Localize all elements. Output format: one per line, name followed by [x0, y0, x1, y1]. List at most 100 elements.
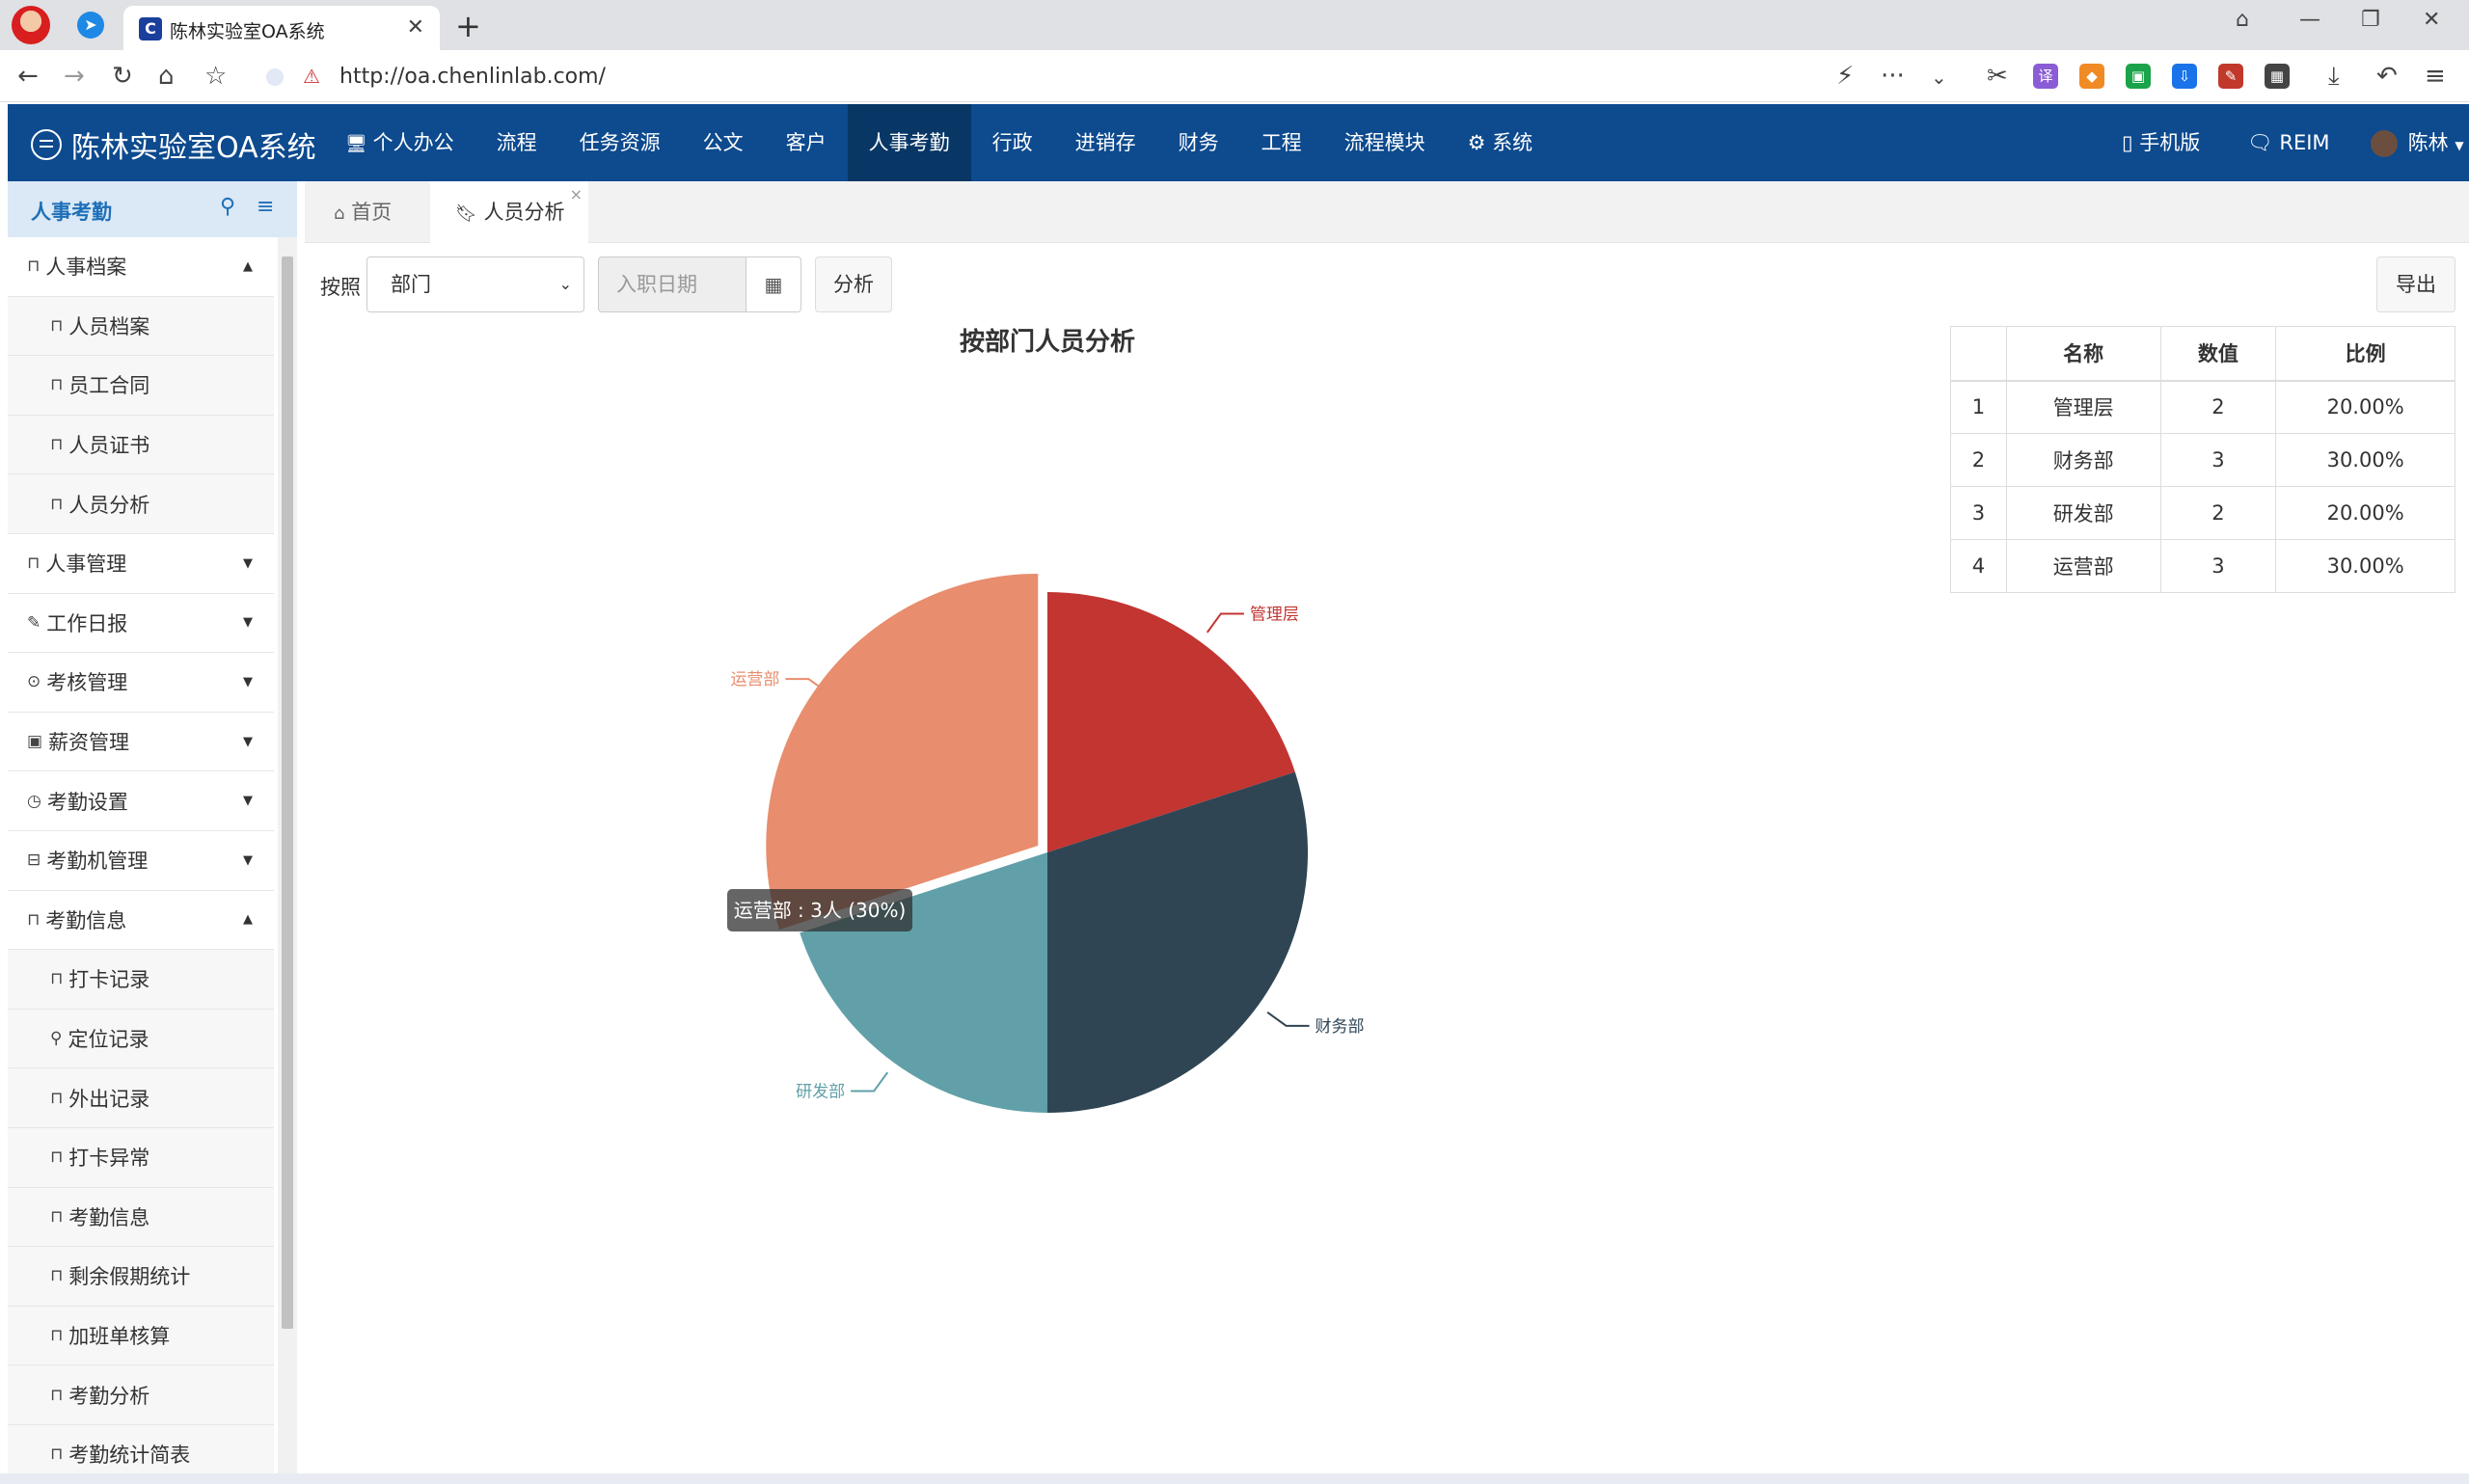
- home-icon[interactable]: ⌂: [158, 62, 175, 91]
- url-text: http://oa.chenlinlab.com/: [339, 65, 606, 89]
- bookmark-icon: ⊓: [27, 909, 41, 930]
- user-menu[interactable]: 陈林 ▼: [2371, 104, 2464, 181]
- tab-close-icon[interactable]: ✕: [407, 15, 424, 40]
- sidebar-item[interactable]: ⊓ 打卡异常: [8, 1127, 274, 1188]
- list-menu-icon[interactable]: ≡: [257, 195, 274, 219]
- chat-extension-icon[interactable]: ▣: [2126, 64, 2151, 89]
- game-extension-icon[interactable]: ◆: [2079, 64, 2104, 89]
- bookmark-extension-icon[interactable]: ✎: [2218, 64, 2243, 89]
- scissors-icon[interactable]: ✂: [1987, 62, 2008, 91]
- undo-icon[interactable]: ↶: [2376, 62, 2398, 91]
- insecure-icon[interactable]: ⚠: [303, 65, 320, 88]
- sidebar-item[interactable]: ⊓ 人员分析: [8, 474, 274, 534]
- sidebar-item[interactable]: ⊙ 考核管理 ▼: [8, 653, 274, 713]
- reload-icon[interactable]: ↻: [112, 62, 133, 91]
- table-row: 3 研发部 2 20.00%: [1950, 486, 2455, 540]
- menu-item-4[interactable]: 客户: [765, 104, 848, 181]
- restore-icon[interactable]: ❐: [2361, 8, 2380, 32]
- sidebar-item[interactable]: ⊓ 考勤分析: [8, 1365, 274, 1425]
- table-cell: 管理层: [2005, 380, 2161, 434]
- shirt-icon[interactable]: ⌂: [2236, 8, 2249, 32]
- apps-grid-icon[interactable]: ▦: [2265, 64, 2290, 89]
- chevron-down-icon[interactable]: ⌄: [1931, 66, 1947, 89]
- menu-item-5[interactable]: 人事考勤: [847, 104, 971, 181]
- menu-item-11[interactable]: ⚙ 系统: [1447, 104, 1555, 181]
- menu-item-label: 行政: [991, 131, 1033, 154]
- forward-icon[interactable]: →: [64, 62, 85, 91]
- url-field[interactable]: ⚠ http://oa.chenlinlab.com/: [255, 57, 1952, 95]
- device-icon: ⊟: [27, 850, 41, 871]
- favorites-icon[interactable]: ☆: [204, 62, 227, 91]
- sidebar-item[interactable]: ⚲ 定位记录: [8, 1009, 274, 1069]
- table-row: 2 财务部 3 30.00%: [1950, 433, 2455, 487]
- sidebar-item[interactable]: ▣ 薪资管理 ▼: [8, 712, 274, 772]
- menu-item-6[interactable]: 行政: [971, 104, 1054, 181]
- sidebar-item[interactable]: ⊓ 外出记录: [8, 1068, 274, 1128]
- sidebar-item[interactable]: ⊓ 剩余假期统计: [8, 1247, 274, 1307]
- menu-item-10[interactable]: 流程模块: [1323, 104, 1447, 181]
- menu-item-label: 任务资源: [579, 131, 661, 154]
- more-icon[interactable]: ···: [1881, 62, 1905, 91]
- tab-staff-analysis[interactable]: 🔖︎ 人员分析 ×: [430, 181, 588, 243]
- group-by-select[interactable]: 部门 ⌄: [366, 256, 584, 312]
- calendar-icon[interactable]: ▦: [746, 256, 801, 312]
- tab-close-icon[interactable]: ×: [570, 164, 583, 226]
- sidebar-item[interactable]: ✎ 工作日报 ▼: [8, 593, 274, 654]
- minimize-icon[interactable]: —: [2299, 8, 2320, 32]
- gear-icon: ⚙: [1467, 131, 1493, 154]
- lightning-icon[interactable]: ⚡: [1836, 62, 1854, 91]
- brand[interactable]: 陈林实验室OA系统: [31, 123, 316, 166]
- profile-avatar[interactable]: [12, 6, 50, 44]
- bookmark-icon: ⊓: [50, 1088, 64, 1108]
- table-cell: 2: [2159, 380, 2277, 434]
- bookmark-icon: ⊓: [50, 1206, 64, 1227]
- sidebar-item[interactable]: ⊓ 人事管理 ▼: [8, 533, 274, 594]
- menu-item-0[interactable]: 🖥︎ 个人办公: [324, 104, 475, 181]
- menu-item-3[interactable]: 公文: [682, 104, 765, 181]
- brand-chat-icon: [31, 129, 62, 160]
- sidebar-item[interactable]: ⊓ 打卡记录: [8, 950, 274, 1010]
- mobile-link[interactable]: ▯ 手机版: [2122, 104, 2200, 181]
- menu-item-9[interactable]: 工程: [1240, 104, 1323, 181]
- sidebar-item[interactable]: ⊟ 考勤机管理 ▼: [8, 830, 274, 891]
- menu-item-1[interactable]: 流程: [475, 104, 558, 181]
- analyze-button[interactable]: 分析: [815, 256, 892, 312]
- sidebar-scrollbar[interactable]: [278, 237, 297, 1473]
- bookmark-icon: ⊓: [50, 1266, 64, 1286]
- download-icon[interactable]: ⤓: [2328, 62, 2340, 92]
- sidebar-item[interactable]: ◷ 考勤设置 ▼: [8, 771, 274, 831]
- download-extension-icon[interactable]: ⇩: [2172, 64, 2197, 89]
- user-avatar: [2371, 130, 2398, 157]
- hire-date-input[interactable]: 入职日期: [598, 256, 746, 312]
- back-icon[interactable]: ←: [17, 62, 39, 91]
- sidebar-item[interactable]: ⊓ 加班单核算: [8, 1306, 274, 1366]
- browser-tab-active[interactable]: C 陈林实验室OA系统 ✕: [123, 6, 440, 50]
- sidebar-item[interactable]: ⊓ 人员档案: [8, 296, 274, 357]
- window-close-icon[interactable]: ✕: [2423, 8, 2440, 32]
- sidebar-item-label: 考勤信息: [68, 1205, 150, 1229]
- sidebar-item[interactable]: ⊓ 考勤信息: [8, 1187, 274, 1248]
- reim-link[interactable]: 🗨 REIM: [2247, 104, 2330, 181]
- export-button[interactable]: 导出: [2376, 256, 2455, 312]
- sidebar-item[interactable]: ⊓ 人事档案 ▲: [8, 237, 274, 297]
- tab-home[interactable]: ⌂ 首页: [305, 181, 428, 243]
- pinned-tab-icon[interactable]: ➤: [77, 12, 104, 39]
- mobile-icon: ▯: [2122, 131, 2133, 154]
- menu-icon[interactable]: ≡: [2425, 62, 2446, 91]
- menu-item-label: 财务: [1178, 131, 1219, 154]
- sidebar-item[interactable]: ⊓ 员工合同: [8, 356, 274, 416]
- sidebar-item-label: 人员档案: [68, 314, 150, 338]
- search-icon[interactable]: ⚲: [220, 195, 235, 219]
- table-cell: 30.00%: [2275, 539, 2455, 593]
- sidebar-item-label: 人员分析: [68, 493, 150, 517]
- sidebar-item[interactable]: ⊓ 人员证书: [8, 415, 274, 475]
- translate-extension-icon[interactable]: 译: [2033, 64, 2058, 89]
- menu-item-label: 流程: [496, 131, 537, 154]
- new-tab-button[interactable]: +: [455, 8, 481, 44]
- menu-item-7[interactable]: 进销存: [1054, 104, 1157, 181]
- scrollbar-thumb[interactable]: [282, 256, 293, 1329]
- sidebar-item[interactable]: ⊓ 考勤信息 ▲: [8, 890, 274, 951]
- site-info-icon[interactable]: [266, 68, 284, 86]
- sidebar-item-label: 考勤机管理: [46, 850, 149, 874]
- menu-item-8[interactable]: 财务: [1157, 104, 1240, 181]
